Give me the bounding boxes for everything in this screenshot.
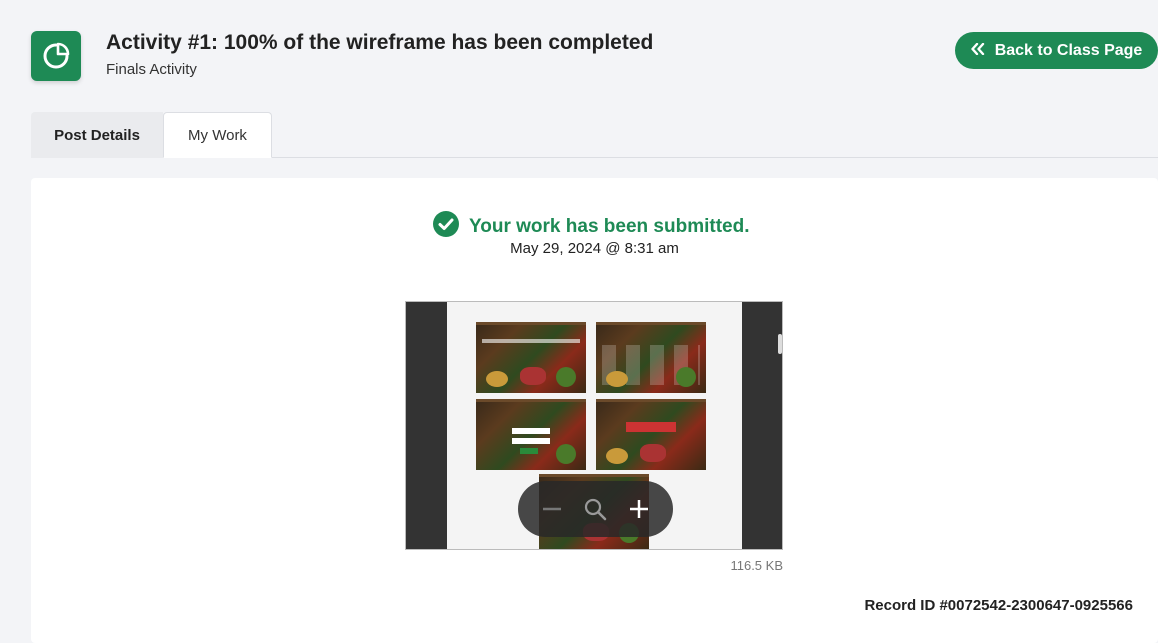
tab-post-details[interactable]: Post Details bbox=[31, 112, 163, 158]
pie-chart-icon bbox=[31, 31, 81, 81]
page: Activity #1: 100% of the wireframe has b… bbox=[0, 0, 1158, 643]
wireframe-thumbnail bbox=[596, 322, 706, 393]
scroll-handle[interactable] bbox=[778, 334, 782, 354]
zoom-out-icon[interactable] bbox=[537, 494, 567, 524]
zoom-icon[interactable] bbox=[580, 494, 610, 524]
page-subtitle: Finals Activity bbox=[106, 61, 197, 78]
submission-status-text: Your work has been submitted. bbox=[469, 216, 750, 237]
tab-my-work[interactable]: My Work bbox=[163, 112, 272, 158]
double-chevron-left-icon bbox=[970, 42, 985, 60]
wireframe-thumbnail bbox=[476, 399, 586, 470]
zoom-controls bbox=[518, 481, 673, 537]
tab-label: Post Details bbox=[54, 126, 140, 144]
zoom-in-icon[interactable] bbox=[624, 494, 654, 524]
page-title: Activity #1: 100% of the wireframe has b… bbox=[106, 31, 654, 54]
file-size: 116.5 KB bbox=[730, 558, 783, 573]
attachment-preview[interactable] bbox=[405, 301, 783, 550]
submission-date: May 29, 2024 @ 8:31 am bbox=[510, 240, 679, 257]
wireframe-thumbnail bbox=[596, 399, 706, 470]
tab-label: My Work bbox=[188, 126, 247, 144]
back-to-class-button[interactable]: Back to Class Page bbox=[955, 32, 1158, 69]
submission-status: Your work has been submitted. bbox=[433, 211, 749, 243]
check-circle-icon bbox=[433, 211, 459, 243]
back-button-label: Back to Class Page bbox=[994, 41, 1143, 59]
record-id: Record ID #0072542-2300647-0925566 bbox=[864, 597, 1133, 614]
wireframe-thumbnail bbox=[476, 322, 586, 393]
